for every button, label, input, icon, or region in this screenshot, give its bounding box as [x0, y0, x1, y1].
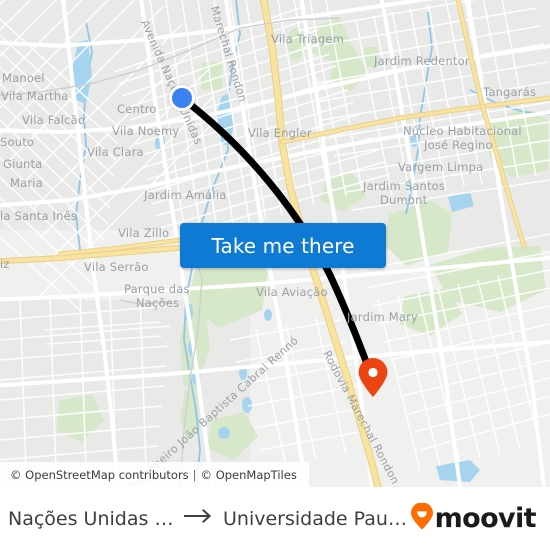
trip-footer: Nações Unidas Qd-16 ... Universidade Pau… — [0, 487, 550, 550]
openmaptiles-attribution-link[interactable]: © OpenMapTiles — [201, 468, 297, 482]
trip-summary: Nações Unidas Qd-16 ... Universidade Pau… — [0, 508, 410, 530]
moovit-wordmark: moovit — [434, 503, 537, 534]
take-me-there-button[interactable]: Take me there — [180, 223, 386, 268]
origin-name: Nações Unidas Qd-16 ... — [8, 507, 175, 530]
destination-name: Universidade Paulista - U... — [223, 507, 410, 530]
map-pin-icon[interactable] — [357, 358, 389, 398]
attribution-separator: | — [192, 467, 197, 482]
map-canvas[interactable]: Manoel Vila Martha Vila Falcão Souto Giunta M… — [0, 0, 550, 487]
moovit-map-screen: Manoel Vila Martha Vila Falcão Souto Giunta M… — [0, 0, 550, 550]
origin-dot-icon[interactable] — [169, 85, 195, 111]
moovit-pin-icon — [410, 501, 434, 535]
arrow-right-icon — [184, 508, 214, 529]
map-attribution: © OpenStreetMap contributors | © OpenMap… — [0, 462, 309, 487]
osm-attribution-link[interactable]: © OpenStreetMap contributors — [10, 468, 189, 482]
moovit-logo[interactable]: moovit — [410, 501, 537, 535]
